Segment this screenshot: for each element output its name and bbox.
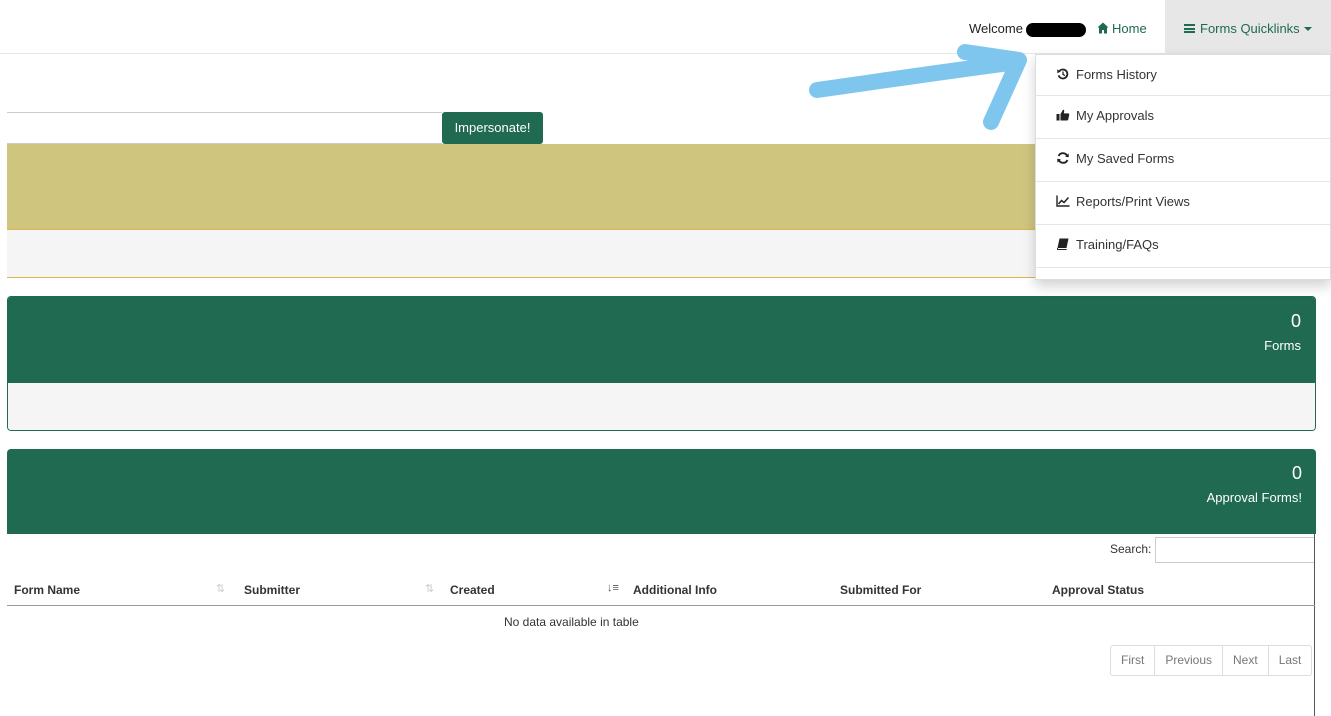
history-icon (1057, 68, 1069, 80)
approval-forms-count: 0 (1291, 463, 1302, 483)
menu-item-label: My Approvals (1076, 108, 1155, 123)
column-header-additional-info[interactable]: Additional Info (633, 583, 717, 597)
home-icon (1097, 22, 1109, 34)
home-link-label: Home (1112, 21, 1147, 36)
redacted-username (1026, 23, 1086, 37)
forms-quicklinks-dropdown: Forms History My Approvals My Saved Form… (1035, 54, 1331, 280)
thumbs-up-icon (1056, 109, 1070, 121)
menu-item-label: Forms History (1076, 67, 1157, 82)
sort-icon[interactable]: ⇅ (216, 582, 225, 595)
search-input[interactable] (1155, 537, 1315, 563)
menu-item-label: Training/FAQs (1076, 237, 1159, 252)
menu-item-my-approvals[interactable]: My Approvals (1036, 96, 1330, 139)
pagination-first-button[interactable]: First (1111, 646, 1154, 675)
pagination-last-button[interactable]: Last (1267, 646, 1312, 675)
forms-panel: 0 Forms (7, 296, 1316, 431)
pagination-next-button[interactable]: Next (1222, 646, 1268, 675)
menu-item-reports-print-views[interactable]: Reports/Print Views (1036, 182, 1330, 225)
forms-quicklinks-label: Forms Quicklinks (1200, 21, 1300, 36)
refresh-icon (1057, 152, 1069, 164)
home-link[interactable]: Home (1097, 21, 1147, 36)
top-navbar: Welcome Home Forms Quicklinks (0, 0, 1331, 54)
welcome-text: Welcome (969, 21, 1023, 36)
menu-item-my-saved-forms[interactable]: My Saved Forms (1036, 139, 1330, 182)
impersonate-button[interactable]: Impersonate! (442, 112, 543, 144)
sort-desc-icon[interactable]: ↓≡ (607, 582, 619, 594)
table-right-border (1314, 534, 1315, 716)
table-empty-message: No data available in table (504, 615, 639, 629)
pagination-previous-button[interactable]: Previous (1154, 646, 1222, 675)
menu-item-label: My Saved Forms (1076, 151, 1175, 166)
menu-item-training-faqs[interactable]: Training/FAQs (1036, 225, 1330, 268)
forms-panel-body (8, 383, 1315, 430)
column-header-created[interactable]: Created (450, 583, 495, 597)
bars-icon (1184, 24, 1195, 33)
caret-down-icon (1303, 27, 1312, 31)
approval-forms-panel-heading: 0 Approval Forms! (7, 449, 1316, 534)
column-header-submitted-for[interactable]: Submitted For (840, 583, 921, 597)
search-label: Search: (1110, 542, 1152, 556)
menu-item-label: Reports/Print Views (1076, 194, 1190, 209)
line-chart-icon (1056, 195, 1070, 207)
column-header-approval-status[interactable]: Approval Status (1052, 583, 1144, 597)
approval-forms-label: Approval Forms! (1206, 490, 1302, 505)
annotation-arrow (809, 44, 1027, 130)
table-header-row: Form Name ⇅ Submitter ⇅ Created ↓≡ Addit… (7, 572, 1315, 606)
forms-quicklinks-toggle[interactable]: Forms Quicklinks (1165, 0, 1331, 54)
forms-panel-heading: 0 Forms (8, 297, 1315, 383)
forms-count: 0 (1290, 311, 1301, 331)
sort-icon[interactable]: ⇅ (425, 582, 434, 595)
book-icon (1057, 238, 1069, 250)
impersonate-input[interactable] (7, 112, 442, 144)
menu-item-forms-history[interactable]: Forms History (1036, 55, 1330, 96)
column-header-form-name[interactable]: Form Name (14, 583, 80, 597)
pagination: First Previous Next Last (1110, 645, 1313, 676)
forms-label: Forms (1264, 338, 1301, 353)
column-header-submitter[interactable]: Submitter (244, 583, 300, 597)
